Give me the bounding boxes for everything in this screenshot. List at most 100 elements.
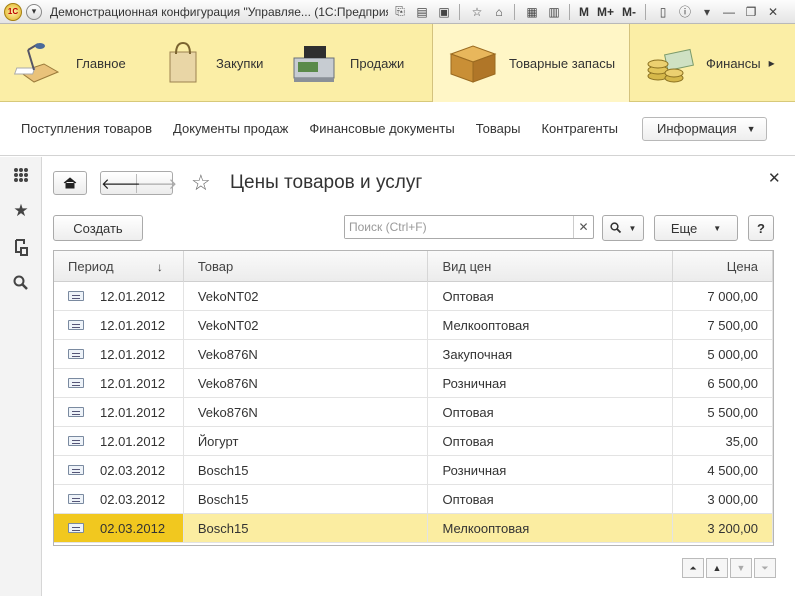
nav-link-receipts[interactable]: Поступления товаров xyxy=(21,121,152,136)
calendar-icon[interactable]: ▥ xyxy=(544,2,564,22)
info-dropdown-button[interactable]: Информация ▼ xyxy=(642,116,767,141)
list-scroll-buttons: ⏶ ▲ ▼ ⏷ xyxy=(680,558,776,578)
cell-price-type: Оптовая xyxy=(428,427,674,455)
search-icon[interactable] xyxy=(0,265,42,301)
search-input[interactable] xyxy=(345,216,573,238)
app-logo-icon[interactable]: 1С xyxy=(4,2,22,21)
cell-price: 6 500,00 xyxy=(673,369,773,397)
create-button[interactable]: Создать xyxy=(53,215,143,241)
scroll-to-top-icon[interactable]: ⏶ xyxy=(682,558,704,578)
record-icon xyxy=(68,407,84,417)
record-icon xyxy=(68,436,84,446)
record-icon xyxy=(68,291,84,301)
nav-link-sales-docs[interactable]: Документы продаж xyxy=(173,121,288,136)
cell-period: 02.03.2012 xyxy=(54,485,184,513)
cell-period: 12.01.2012 xyxy=(54,311,184,339)
home-icon xyxy=(63,177,77,189)
table-row[interactable]: 12.01.2012 Йогурт Оптовая 35,00 xyxy=(54,427,773,456)
main-menu-icon[interactable]: ▾ xyxy=(26,3,42,20)
cell-item: Bosch15 xyxy=(184,456,429,484)
calculator-icon[interactable]: ▦ xyxy=(522,2,542,22)
cell-price-type: Оптовая xyxy=(428,485,674,513)
period-value: 12.01.2012 xyxy=(100,433,166,449)
favorites-star-icon[interactable]: ☆ xyxy=(467,2,487,22)
close-icon[interactable]: ✕ xyxy=(763,2,783,22)
column-header-item[interactable]: Товар xyxy=(184,251,429,282)
history-icon[interactable]: ⌂ xyxy=(489,2,509,22)
cell-item: Йогурт xyxy=(184,427,429,455)
info-icon[interactable]: ⓘ xyxy=(675,2,695,22)
scroll-up-icon[interactable]: ▲ xyxy=(706,558,728,578)
section-purchases[interactable]: Закупки xyxy=(148,24,274,102)
chevron-down-icon: ▼ xyxy=(746,123,756,134)
chevron-right-icon[interactable]: ▸ xyxy=(769,56,775,70)
memory-button[interactable]: M xyxy=(579,5,589,19)
table-row[interactable]: 02.03.2012 Bosch15 Мелкооптовая 3 200,00 xyxy=(54,514,773,543)
memory-minus-button[interactable]: M- xyxy=(622,5,636,19)
section-inventory[interactable]: Товарные запасы xyxy=(432,24,630,102)
cell-price: 5 500,00 xyxy=(673,398,773,426)
cell-price: 35,00 xyxy=(673,427,773,455)
window-title: Демонстрационная конфигурация "Управляе.… xyxy=(50,4,388,19)
period-value: 12.01.2012 xyxy=(100,404,166,420)
back-arrow-icon[interactable]: 🡐 xyxy=(101,173,141,193)
cell-price: 7 500,00 xyxy=(673,311,773,339)
column-header-period[interactable]: Период ↓ xyxy=(54,251,184,282)
section-main[interactable]: Главное xyxy=(0,24,148,102)
cell-period: 12.01.2012 xyxy=(54,369,184,397)
column-header-price[interactable]: Цена xyxy=(673,251,773,282)
price-table[interactable]: Период ↓ Товар Вид цен Цена 12.01.2012 Ve… xyxy=(53,250,774,546)
forward-arrow-icon[interactable]: 🡒 xyxy=(137,174,177,193)
period-value: 02.03.2012 xyxy=(100,491,166,507)
restore-icon[interactable]: ❐ xyxy=(741,2,761,22)
chevron-down-icon[interactable]: ▾ xyxy=(697,2,717,22)
search-field: ✕ xyxy=(344,215,594,239)
table-row[interactable]: 02.03.2012 Bosch15 Розничная 4 500,00 xyxy=(54,456,773,485)
favorite-star-icon[interactable]: ☆ xyxy=(191,171,211,195)
section-finance[interactable]: Финансы ▸ xyxy=(630,24,795,102)
clear-search-icon[interactable]: ✕ xyxy=(573,216,593,238)
period-value: 12.01.2012 xyxy=(100,288,166,304)
box-icon xyxy=(447,40,499,86)
sections-panel: Главное Закупки Продажи Товарные запасы … xyxy=(0,24,795,102)
table-row[interactable]: 12.01.2012 VekoNT02 Оптовая 7 000,00 xyxy=(54,282,773,311)
sort-desc-icon: ↓ xyxy=(156,259,163,274)
table-row[interactable]: 12.01.2012 VekoNT02 Мелкооптовая 7 500,00 xyxy=(54,311,773,340)
nav-link-goods[interactable]: Товары xyxy=(476,121,521,136)
save-icon[interactable]: ▣ xyxy=(434,2,454,22)
search-options-button[interactable]: ▼ xyxy=(602,215,644,241)
cell-price: 3 000,00 xyxy=(673,485,773,513)
help-button[interactable]: ? xyxy=(748,215,774,241)
cell-price-type: Оптовая xyxy=(428,282,674,310)
info-label: Информация xyxy=(657,121,737,136)
scroll-down-icon[interactable]: ▼ xyxy=(730,558,752,578)
all-functions-grid-icon[interactable] xyxy=(0,157,42,193)
favorites-star-icon[interactable]: ★ xyxy=(0,193,42,229)
window-mode-icon[interactable]: ▯ xyxy=(653,2,673,22)
history-icon[interactable] xyxy=(0,229,42,265)
home-button[interactable] xyxy=(53,171,87,195)
table-row[interactable]: 12.01.2012 Veko876N Закупочная 5 000,00 xyxy=(54,340,773,369)
print-icon[interactable]: ▤ xyxy=(412,2,432,22)
memory-plus-button[interactable]: M+ xyxy=(597,5,614,19)
more-button[interactable]: Еще ▼ xyxy=(654,215,738,241)
scroll-to-bottom-icon[interactable]: ⏷ xyxy=(754,558,776,578)
copy-icon[interactable]: ⎘ xyxy=(390,2,410,22)
record-icon xyxy=(68,494,84,504)
cell-price-type: Мелкооптовая xyxy=(428,311,674,339)
close-icon[interactable]: ✕ xyxy=(768,169,781,187)
desk-lamp-icon xyxy=(13,40,66,86)
section-sales[interactable]: Продажи xyxy=(274,24,432,102)
minimize-icon[interactable]: — xyxy=(719,2,739,22)
table-row[interactable]: 12.01.2012 Veko876N Оптовая 5 500,00 xyxy=(54,398,773,427)
table-row[interactable]: 02.03.2012 Bosch15 Оптовая 3 000,00 xyxy=(54,485,773,514)
navigation-panel: Поступления товаров Документы продаж Фин… xyxy=(0,102,795,156)
table-row[interactable]: 12.01.2012 Veko876N Розничная 6 500,00 xyxy=(54,369,773,398)
record-icon xyxy=(68,523,84,533)
nav-link-counterparties[interactable]: Контрагенты xyxy=(541,121,618,136)
nav-link-finance-docs[interactable]: Финансовые документы xyxy=(309,121,454,136)
record-icon xyxy=(68,320,84,330)
column-header-price-type[interactable]: Вид цен xyxy=(428,251,674,282)
cell-price-type: Закупочная xyxy=(428,340,674,368)
cell-item: VekoNT02 xyxy=(184,311,429,339)
